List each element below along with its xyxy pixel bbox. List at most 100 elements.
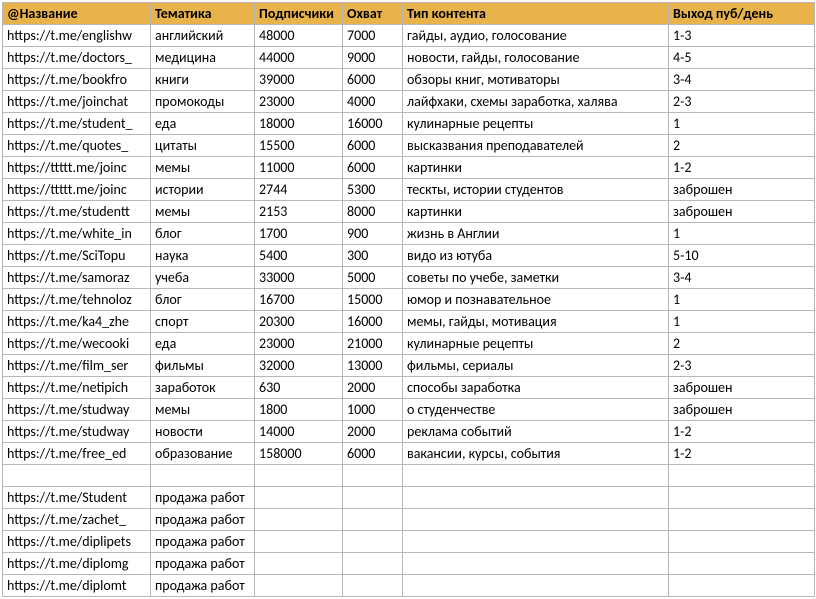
table-row: https://t.me/studwayмемы18001000о студен… (3, 399, 815, 421)
cell-name: https://t.me/englishw (3, 25, 151, 47)
cell-reach: 15000 (343, 289, 403, 311)
cell-ctype: о студенчестве (403, 399, 669, 421)
cell-topic: промокоды (151, 91, 255, 113)
header-topic: Тематика (151, 3, 255, 25)
cell-reach: 16000 (343, 113, 403, 135)
table-row: https://t.me/studwayновости140002000рекл… (3, 421, 815, 443)
cell-topic: продажа работ (151, 575, 255, 597)
cell-name: https://t.me/diplomg (3, 553, 151, 575)
cell-name: https://t.me/SciTopu (3, 245, 151, 267)
cell-reach: 5000 (343, 267, 403, 289)
cell-pub (669, 487, 815, 509)
cell-ctype: жизнь в Англии (403, 223, 669, 245)
cell-pub (669, 509, 815, 531)
cell-ctype (403, 553, 669, 575)
cell-reach: 8000 (343, 201, 403, 223)
cell-name: https://t.me/doctors_ (3, 47, 151, 69)
cell-ctype: способы заработка (403, 377, 669, 399)
table-row: https://t.me/zachet_продажа работ (3, 509, 815, 531)
cell-reach: 16000 (343, 311, 403, 333)
cell-topic: цитаты (151, 135, 255, 157)
cell-pub (669, 465, 815, 487)
table-row: https://t.me/diplipetsпродажа работ (3, 531, 815, 553)
cell-topic: продажа работ (151, 509, 255, 531)
table-row: https://t.me/samorazучеба330005000советы… (3, 267, 815, 289)
table-row: https://t.me/diplomtпродажа работ (3, 575, 815, 597)
cell-ctype: кулинарные рецепты (403, 333, 669, 355)
cell-topic: наука (151, 245, 255, 267)
cell-reach (343, 465, 403, 487)
cell-reach: 300 (343, 245, 403, 267)
table-row: https://ttttt.me/joincистории27445300тес… (3, 179, 815, 201)
table-row: https://t.me/ka4_zheспорт2030016000мемы,… (3, 311, 815, 333)
table-row (3, 465, 815, 487)
cell-topic: продажа работ (151, 553, 255, 575)
table-row: https://t.me/free_edобразование158000600… (3, 443, 815, 465)
cell-reach: 9000 (343, 47, 403, 69)
cell-name: https://t.me/zachet_ (3, 509, 151, 531)
cell-ctype: советы по учебе, заметки (403, 267, 669, 289)
cell-ctype: кулинарные рецепты (403, 113, 669, 135)
cell-topic (151, 465, 255, 487)
channels-table: @Название Тематика Подписчики Охват Тип … (2, 2, 815, 597)
cell-name: https://t.me/white_in (3, 223, 151, 245)
table-row: https://ttttt.me/joincмемы110006000карти… (3, 157, 815, 179)
cell-reach: 6000 (343, 443, 403, 465)
header-pub: Выход пуб/день (669, 3, 815, 25)
cell-subs (255, 553, 343, 575)
cell-name: https://t.me/diplipets (3, 531, 151, 553)
cell-reach (343, 509, 403, 531)
cell-reach: 1000 (343, 399, 403, 421)
cell-subs: 48000 (255, 25, 343, 47)
header-row: @Название Тематика Подписчики Охват Тип … (3, 3, 815, 25)
table-row: https://t.me/wecookiеда2300021000кулинар… (3, 333, 815, 355)
cell-pub: заброшен (669, 179, 815, 201)
table-row: https://t.me/SciTopuнаука5400300видо из … (3, 245, 815, 267)
cell-subs: 23000 (255, 91, 343, 113)
cell-topic: еда (151, 113, 255, 135)
cell-subs: 2744 (255, 179, 343, 201)
cell-reach: 6000 (343, 157, 403, 179)
cell-topic: новости (151, 421, 255, 443)
cell-subs: 18000 (255, 113, 343, 135)
table-row: https://t.me/quotes_цитаты155006000выска… (3, 135, 815, 157)
cell-pub: 2 (669, 333, 815, 355)
cell-topic: заработок (151, 377, 255, 399)
cell-ctype: новости, гайды, голосование (403, 47, 669, 69)
table-row: https://t.me/joinchatпромокоды230004000л… (3, 91, 815, 113)
table-row: https://t.me/bookfroкниги390006000обзоры… (3, 69, 815, 91)
cell-name: https://t.me/studentt (3, 201, 151, 223)
cell-reach: 2000 (343, 421, 403, 443)
cell-reach: 21000 (343, 333, 403, 355)
header-subs: Подписчики (255, 3, 343, 25)
cell-ctype (403, 531, 669, 553)
cell-pub: заброшен (669, 399, 815, 421)
cell-topic: продажа работ (151, 531, 255, 553)
cell-name: https://t.me/joinchat (3, 91, 151, 113)
cell-subs (255, 487, 343, 509)
cell-topic: фильмы (151, 355, 255, 377)
cell-subs: 16700 (255, 289, 343, 311)
cell-pub: 1-2 (669, 421, 815, 443)
cell-subs (255, 509, 343, 531)
cell-subs: 11000 (255, 157, 343, 179)
table-row: https://t.me/studenttмемы21538000картинк… (3, 201, 815, 223)
cell-subs: 158000 (255, 443, 343, 465)
cell-reach: 6000 (343, 69, 403, 91)
cell-name: https://t.me/tehnoloz (3, 289, 151, 311)
cell-ctype (403, 487, 669, 509)
cell-reach: 7000 (343, 25, 403, 47)
cell-subs: 15500 (255, 135, 343, 157)
cell-name: https://t.me/Student (3, 487, 151, 509)
cell-topic: спорт (151, 311, 255, 333)
cell-subs: 2153 (255, 201, 343, 223)
cell-reach (343, 487, 403, 509)
table-row: https://t.me/doctors_медицина440009000но… (3, 47, 815, 69)
cell-pub: 1 (669, 289, 815, 311)
cell-reach: 5300 (343, 179, 403, 201)
cell-subs (255, 531, 343, 553)
cell-subs: 44000 (255, 47, 343, 69)
cell-name: https://t.me/student_ (3, 113, 151, 135)
cell-pub: 4-5 (669, 47, 815, 69)
cell-ctype: реклама событий (403, 421, 669, 443)
